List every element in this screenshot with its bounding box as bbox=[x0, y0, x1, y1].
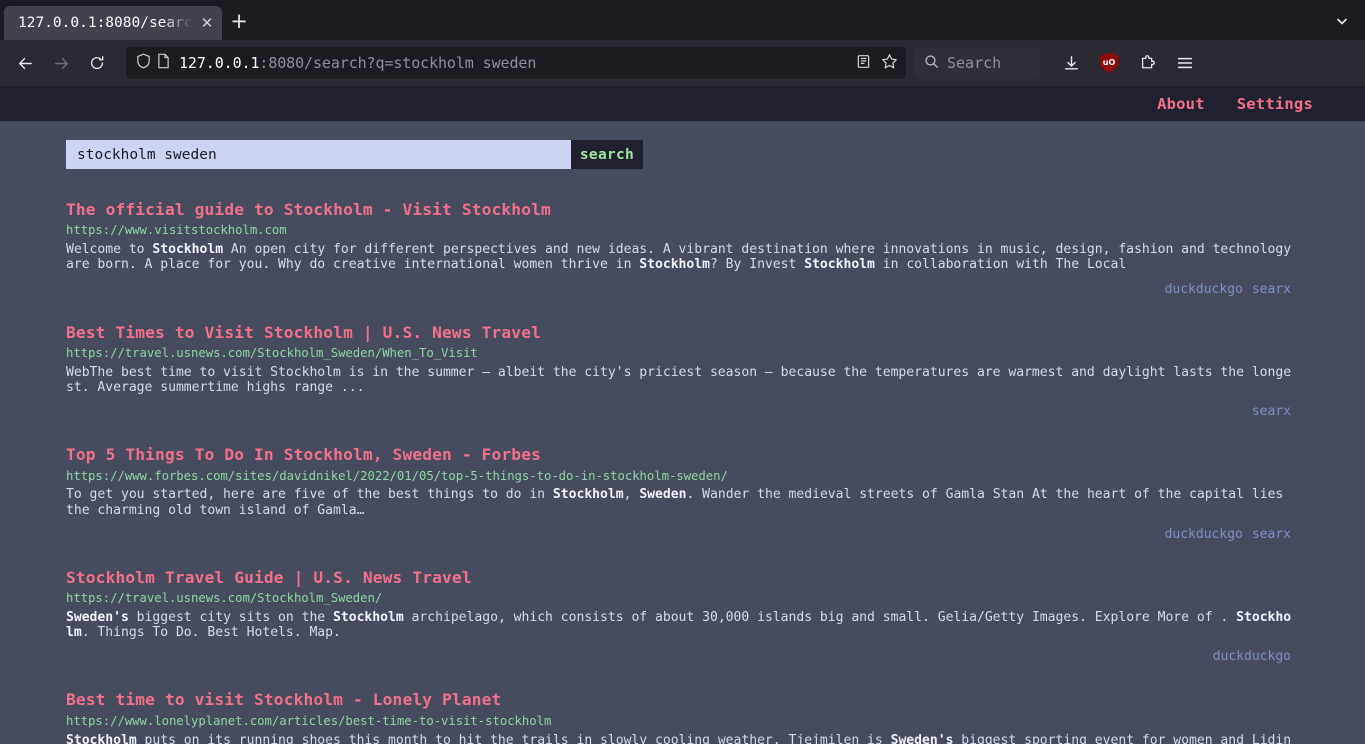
tab-strip: 127.0.0.1:8080/search ✕ + bbox=[0, 0, 1365, 40]
searx-top-nav: About Settings bbox=[0, 86, 1365, 121]
result-snippet: Welcome to Stockholm An open city for di… bbox=[66, 242, 1292, 273]
new-tab-button[interactable]: + bbox=[222, 4, 256, 38]
result-url: https://www.lonelyplanet.com/articles/be… bbox=[66, 713, 552, 728]
result-engine-labels: duckduckgo bbox=[66, 649, 1293, 667]
result-engine-labels: duckduckgo searx bbox=[66, 282, 1293, 300]
url-path: :8080/search?q=stockholm sweden bbox=[259, 54, 537, 72]
result-title-link[interactable]: The official guide to Stockholm - Visit … bbox=[66, 200, 1293, 219]
ublock-origin-icon[interactable]: uO bbox=[1092, 47, 1126, 79]
ublock-shield-badge: uO bbox=[1099, 52, 1119, 74]
chevron-down-icon[interactable] bbox=[1323, 4, 1361, 38]
search-result-item: Best Times to Visit Stockholm | U.S. New… bbox=[66, 323, 1293, 423]
url-text: 127.0.0.1:8080/search?q=stockholm sweden bbox=[179, 54, 848, 72]
result-spacer bbox=[66, 545, 1365, 568]
shield-icon[interactable] bbox=[136, 53, 151, 73]
search-result-item: Best time to visit Stockholm - Lonely Pl… bbox=[66, 690, 1293, 744]
result-url: https://www.forbes.com/sites/davidnikel/… bbox=[66, 468, 728, 483]
result-title-link[interactable]: Best Times to Visit Stockholm | U.S. New… bbox=[66, 323, 1293, 342]
search-input[interactable] bbox=[66, 140, 571, 169]
ublock-badge-label: uO bbox=[1102, 58, 1116, 67]
toolbar-actions: uO bbox=[1054, 47, 1202, 79]
engine-label: searx bbox=[1251, 526, 1291, 542]
engine-label: duckduckgo bbox=[1164, 526, 1243, 542]
browser-tab-active[interactable]: 127.0.0.1:8080/search ✕ bbox=[4, 6, 222, 40]
browser-search-placeholder: Search bbox=[947, 54, 1002, 72]
tab-title: 127.0.0.1:8080/search bbox=[18, 15, 194, 31]
nav-link-about[interactable]: About bbox=[1157, 95, 1205, 113]
result-url: https://www.visitstockholm.com bbox=[66, 223, 287, 238]
result-url: https://travel.usnews.com/Stockholm_Swed… bbox=[66, 346, 478, 361]
engine-label: searx bbox=[1251, 404, 1291, 420]
result-spacer bbox=[66, 422, 1365, 445]
search-result-item: Top 5 Things To Do In Stockholm, Sweden … bbox=[66, 445, 1293, 545]
url-bar-right-icons bbox=[848, 53, 898, 74]
reload-icon[interactable] bbox=[80, 47, 114, 79]
engine-label: searx bbox=[1251, 281, 1291, 297]
result-snippet: Stockholm puts on its running shoes this… bbox=[66, 732, 1292, 744]
result-snippet: WebThe best time to visit Stockholm is i… bbox=[66, 364, 1292, 395]
star-bookmark-icon[interactable] bbox=[881, 53, 898, 74]
result-title-link[interactable]: Best time to visit Stockholm - Lonely Pl… bbox=[66, 690, 1293, 709]
result-title-link[interactable]: Stockholm Travel Guide | U.S. News Trave… bbox=[66, 568, 1293, 587]
forward-arrow-icon bbox=[44, 47, 78, 79]
search-form: search bbox=[66, 140, 643, 169]
result-spacer bbox=[66, 300, 1365, 323]
navigation-toolbar: 127.0.0.1:8080/search?q=stockholm sweden bbox=[0, 40, 1365, 86]
result-engine-labels: duckduckgo searx bbox=[66, 527, 1293, 545]
close-icon[interactable]: ✕ bbox=[198, 15, 216, 31]
search-results-list: The official guide to Stockholm - Visit … bbox=[0, 200, 1365, 744]
reader-view-icon[interactable] bbox=[856, 54, 871, 73]
url-bar[interactable]: 127.0.0.1:8080/search?q=stockholm sweden bbox=[126, 47, 906, 79]
hamburger-menu-icon[interactable] bbox=[1168, 47, 1202, 79]
search-result-item: Stockholm Travel Guide | U.S. News Trave… bbox=[66, 568, 1293, 668]
search-submit-button[interactable]: search bbox=[571, 140, 643, 169]
download-icon[interactable] bbox=[1054, 47, 1088, 79]
engine-label: duckduckgo bbox=[1212, 649, 1291, 665]
browser-chrome: 127.0.0.1:8080/search ✕ + 127.0.0.1:8080… bbox=[0, 0, 1365, 86]
url-bar-left-icons bbox=[136, 53, 179, 73]
extensions-puzzle-icon[interactable] bbox=[1130, 47, 1164, 79]
result-snippet: Sweden's biggest city sits on the Stockh… bbox=[66, 609, 1292, 641]
search-form-wrapper: search bbox=[0, 121, 1365, 169]
result-engine-labels: searx bbox=[66, 404, 1293, 422]
result-title-link[interactable]: Top 5 Things To Do In Stockholm, Sweden … bbox=[66, 445, 1293, 464]
searx-page: About Settings search The official guide… bbox=[0, 86, 1365, 744]
nav-link-settings[interactable]: Settings bbox=[1237, 95, 1313, 113]
magnifier-icon bbox=[924, 54, 939, 73]
browser-search-bar[interactable]: Search bbox=[914, 47, 1040, 79]
page-document-icon[interactable] bbox=[157, 53, 170, 73]
search-result-item: The official guide to Stockholm - Visit … bbox=[66, 200, 1293, 300]
result-url: https://travel.usnews.com/Stockholm_Swed… bbox=[66, 591, 383, 606]
result-snippet: To get you started, here are five of the… bbox=[66, 487, 1284, 518]
back-arrow-icon[interactable] bbox=[8, 47, 42, 79]
url-host: 127.0.0.1 bbox=[179, 54, 260, 72]
engine-label: duckduckgo bbox=[1164, 281, 1243, 297]
result-spacer bbox=[66, 667, 1365, 690]
